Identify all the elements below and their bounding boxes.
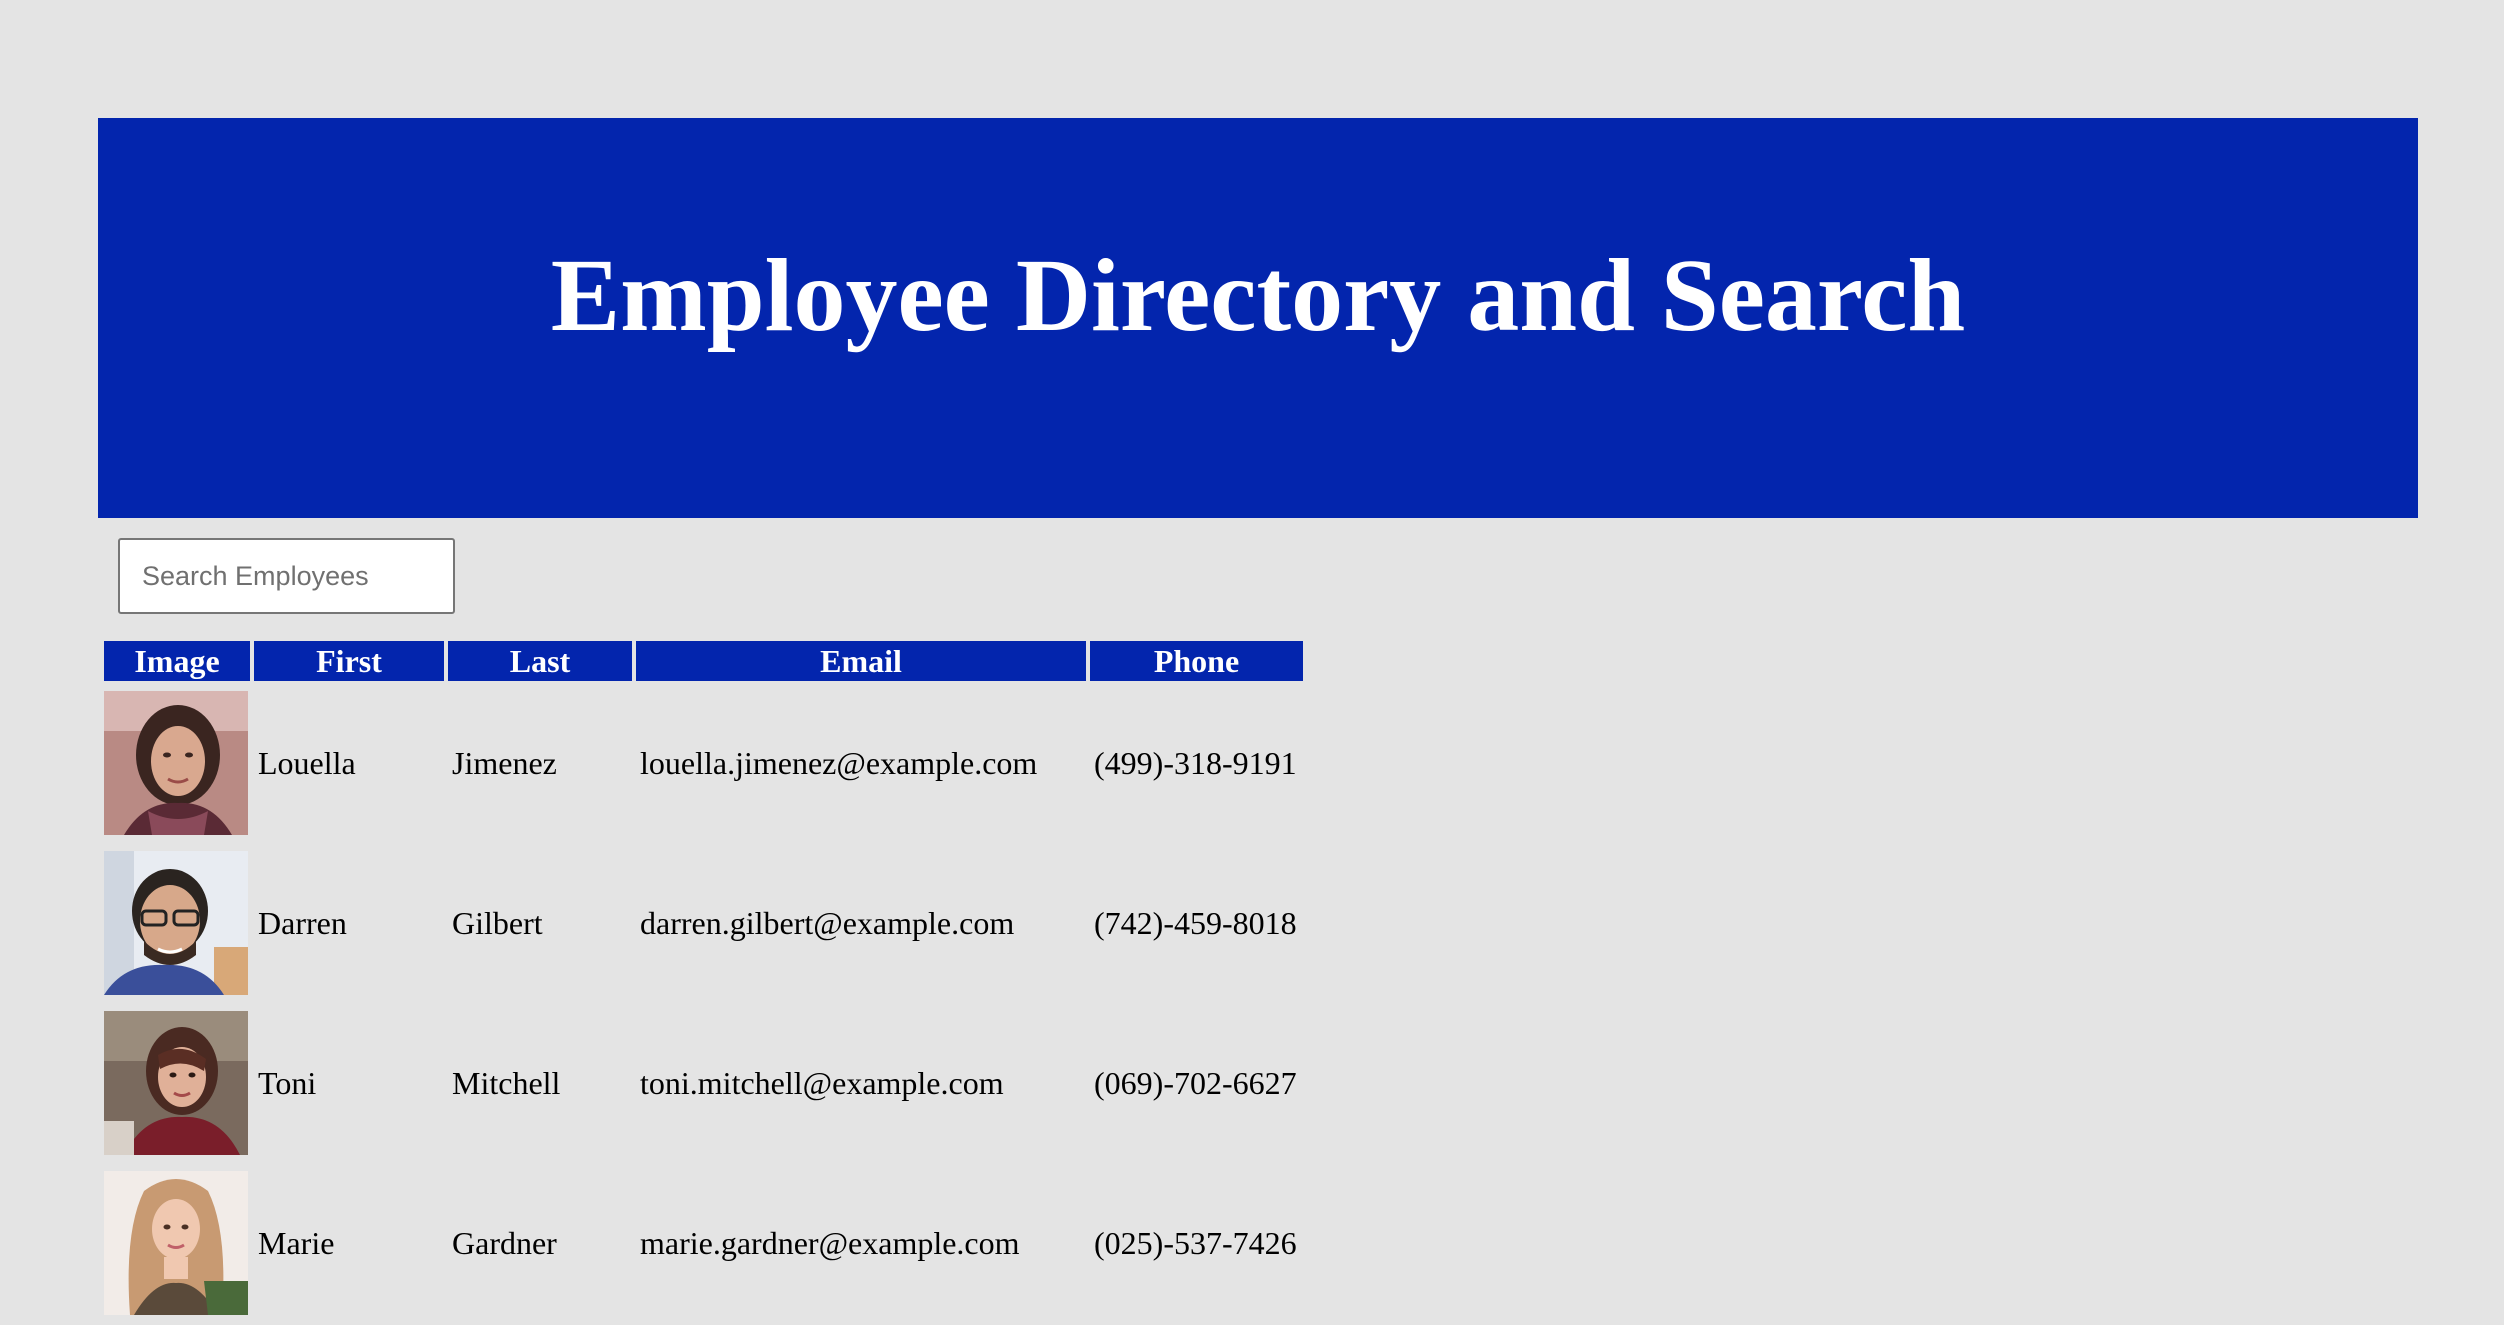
employee-photo-icon xyxy=(104,691,248,835)
last-name-cell: Gilbert xyxy=(452,904,543,941)
column-header-first[interactable]: First xyxy=(254,641,444,681)
first-name-cell: Toni xyxy=(258,1064,317,1101)
table-row: Toni Mitchell toni.mitchell@example.com … xyxy=(104,1005,1303,1161)
header-banner: Employee Directory and Search xyxy=(98,118,2418,518)
table-row: Marie Gardner marie.gardner@example.com … xyxy=(104,1165,1303,1321)
table-row: Darren Gilbert darren.gilbert@example.co… xyxy=(104,845,1303,1001)
last-name-cell: Mitchell xyxy=(452,1064,561,1101)
page-title: Employee Directory and Search xyxy=(550,238,1966,353)
employee-photo-icon xyxy=(104,851,248,995)
last-name-cell: Gardner xyxy=(452,1224,557,1261)
employee-photo-icon xyxy=(104,1171,248,1315)
employee-table: Image First Last Email Phone Louella Jim… xyxy=(100,637,1307,1325)
phone-cell: (499)-318-9191 xyxy=(1094,744,1297,781)
first-name-cell: Darren xyxy=(258,904,347,941)
first-name-cell: Marie xyxy=(258,1224,335,1261)
avatar xyxy=(104,691,248,835)
column-header-image[interactable]: Image xyxy=(104,641,250,681)
image-cell xyxy=(104,685,250,841)
column-header-phone[interactable]: Phone xyxy=(1090,641,1303,681)
first-name-cell: Louella xyxy=(258,744,356,781)
last-name-cell: Jimenez xyxy=(452,744,557,781)
image-cell xyxy=(104,845,250,1001)
search-input[interactable] xyxy=(118,538,455,614)
email-cell: marie.gardner@example.com xyxy=(640,1224,1020,1261)
employee-photo-icon xyxy=(104,1011,248,1155)
avatar xyxy=(104,851,248,995)
phone-cell: (069)-702-6627 xyxy=(1094,1064,1297,1101)
column-header-email[interactable]: Email xyxy=(636,641,1086,681)
email-cell: louella.jimenez@example.com xyxy=(640,744,1038,781)
avatar xyxy=(104,1011,248,1155)
email-cell: darren.gilbert@example.com xyxy=(640,904,1015,941)
email-cell: toni.mitchell@example.com xyxy=(640,1064,1004,1101)
column-header-last[interactable]: Last xyxy=(448,641,632,681)
phone-cell: (742)-459-8018 xyxy=(1094,904,1297,941)
table-header-row: Image First Last Email Phone xyxy=(104,641,1303,681)
avatar xyxy=(104,1171,248,1315)
image-cell xyxy=(104,1165,250,1321)
phone-cell: (025)-537-7426 xyxy=(1094,1224,1297,1261)
table-row: Louella Jimenez louella.jimenez@example.… xyxy=(104,685,1303,841)
image-cell xyxy=(104,1005,250,1161)
